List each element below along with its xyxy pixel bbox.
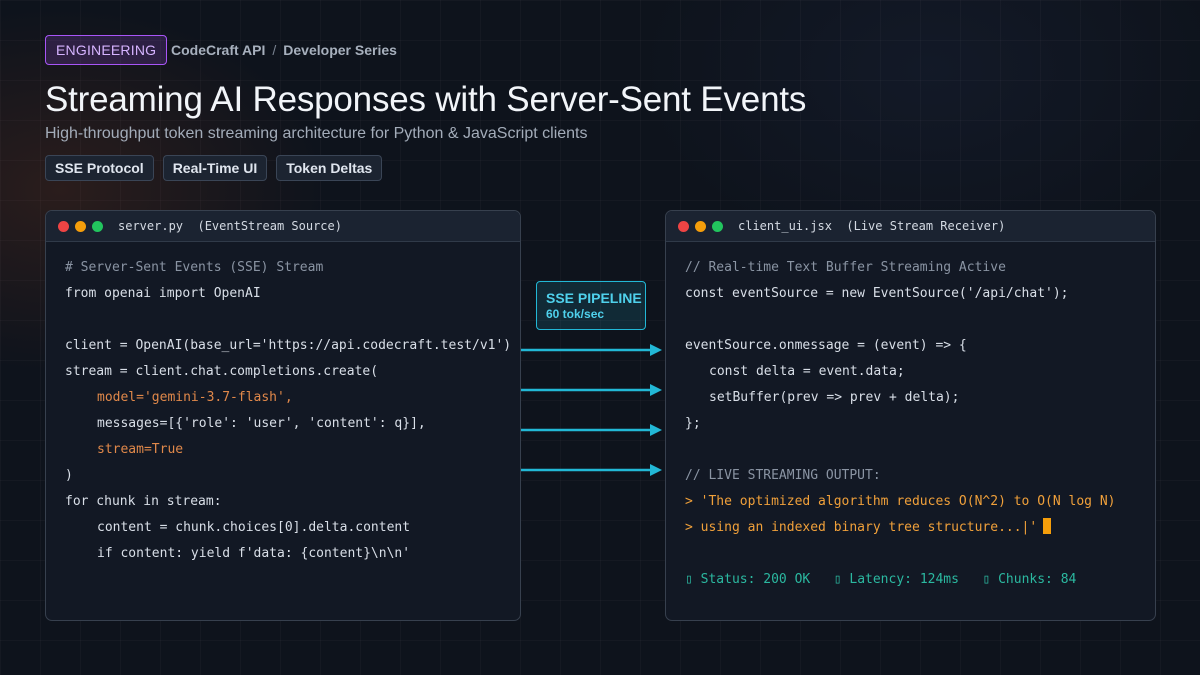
arrow-head-icon [650,344,662,356]
stream-output-text: > using an indexed binary tree structure… [685,520,1038,535]
code-line: const eventSource = new EventSource('/ap… [685,286,1069,301]
chunks-count: Chunks: 84 [998,572,1077,587]
status-icon: ▯ [685,572,693,587]
code-line: // Real-time Text Buffer Streaming Activ… [685,260,1006,275]
close-dot-icon[interactable] [678,220,689,232]
arrow-head-icon [650,424,662,436]
text-cursor-icon [1043,518,1052,534]
minimize-dot-icon[interactable] [695,220,706,232]
status-line: ▯ Status: 200 OK ▯ Latency: 124ms ▯ Chun… [685,567,1155,593]
chunks-icon: ▯ [982,572,991,587]
code-line: // LIVE STREAMING OUTPUT: [685,468,881,483]
stream-output-line: > 'The optimized algorithm reduces O(N^2… [685,494,1116,509]
arrow-head-icon [650,464,662,476]
code-line: setBuffer(prev => prev + delta); [709,390,960,405]
client-caption: (Live Stream Receiver) [846,219,1006,233]
latency-value: Latency: 124ms [849,572,959,587]
status-code: Status: 200 OK [700,572,811,587]
client-filename: client_ui.jsx [738,219,832,233]
arrow-head-icon [650,384,662,396]
code-line: const delta = event.data; [709,364,905,379]
code-line: }; [685,416,701,431]
maximize-dot-icon[interactable] [712,220,723,232]
stream-output-line: > using an indexed binary tree structure… [685,515,1155,541]
client-window-titlebar: client_ui.jsx (Live Stream Receiver) [666,211,1155,242]
client-code-window: client_ui.jsx (Live Stream Receiver) // … [665,210,1156,621]
client-code-body: // Real-time Text Buffer Streaming Activ… [666,242,1155,593]
latency-icon: ▯ [833,572,842,587]
client-window-title: client_ui.jsx (Live Stream Receiver) [738,219,1005,233]
code-line: eventSource.onmessage = (event) => { [685,338,967,353]
